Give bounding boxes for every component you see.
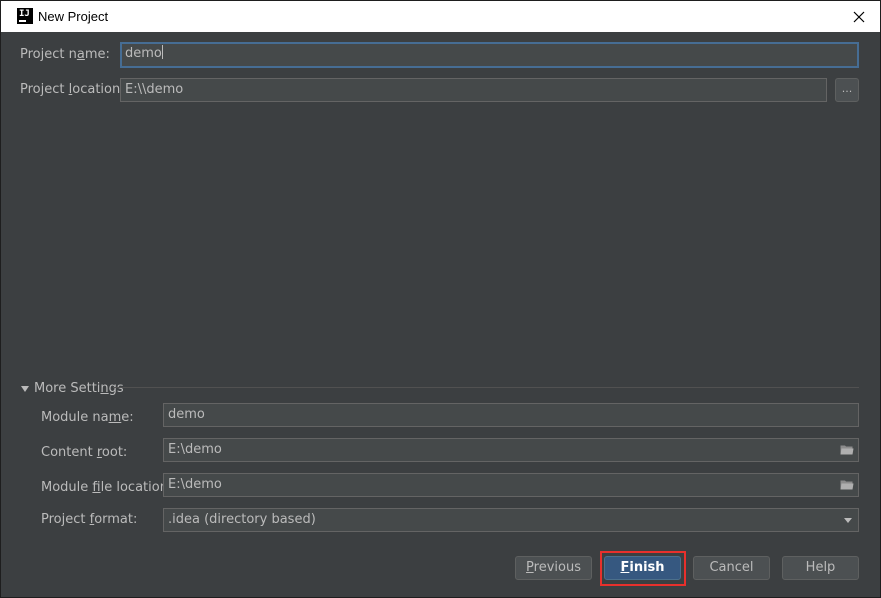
content-root-label: Content root: <box>41 445 128 460</box>
cancel-button[interactable]: Cancel <box>693 556 770 580</box>
module-name-label: Module name: <box>41 410 134 425</box>
window-title: New Project <box>38 9 109 24</box>
section-divider <box>113 387 859 388</box>
folder-icon[interactable] <box>840 479 854 490</box>
close-icon <box>853 11 865 23</box>
project-location-input[interactable]: E:\\demo <box>120 78 827 102</box>
previous-button[interactable]: Previous <box>515 556 592 580</box>
close-button[interactable] <box>848 6 870 28</box>
project-location-label: Project location: <box>20 82 125 97</box>
more-settings-toggle[interactable]: More Settings <box>21 381 124 396</box>
module-file-location-label: Module file location: <box>41 480 173 495</box>
project-name-input[interactable]: demo <box>120 42 859 68</box>
module-file-location-input[interactable]: E:\demo <box>163 473 859 497</box>
project-name-label: Project name: <box>20 47 110 62</box>
folder-icon[interactable] <box>840 444 854 455</box>
browse-button[interactable]: ... <box>835 78 859 102</box>
project-format-label: Project format: <box>41 512 138 527</box>
new-project-dialog: IJ New Project Project name: demo Projec… <box>0 0 881 598</box>
title-bar: IJ New Project <box>1 1 880 32</box>
intellij-idea-icon: IJ <box>17 8 33 24</box>
chevron-down-icon <box>844 518 852 523</box>
project-format-select[interactable]: .idea (directory based) <box>163 508 859 532</box>
finish-highlight-annotation <box>600 551 686 586</box>
content-root-input[interactable]: E:\demo <box>163 438 859 462</box>
help-button[interactable]: Help <box>782 556 859 580</box>
expand-triangle-icon <box>21 385 29 392</box>
module-name-input[interactable]: demo <box>163 403 859 427</box>
more-settings-label: More Settings <box>34 381 124 396</box>
